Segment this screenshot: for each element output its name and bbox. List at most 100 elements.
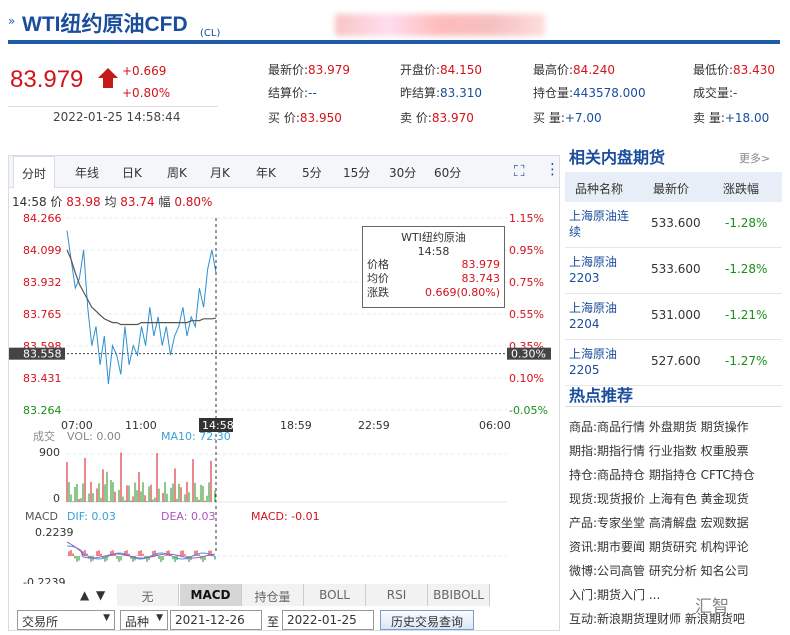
tab-1[interactable]: 年线	[75, 164, 99, 181]
quote-value: -	[733, 86, 738, 100]
related-price: 533.600	[651, 216, 701, 230]
info-amp-label: 幅	[158, 195, 171, 209]
indicator-tab-1[interactable]: MACD	[180, 584, 242, 606]
tab-8[interactable]: 30分	[389, 164, 416, 181]
quote-label: 卖 价:	[400, 111, 432, 125]
history-query-button[interactable]: 历史交易查询	[380, 610, 475, 630]
volume-max: 900	[39, 446, 60, 459]
series-line-0	[66, 230, 217, 384]
y-left-label: 84.266	[23, 212, 62, 225]
quote-value: 84.150	[440, 63, 483, 77]
hot-row[interactable]: 产品:专家坐堂 高清解盘 宏观数据	[569, 514, 749, 531]
related-row[interactable]: 上海原油2204 531.000 -1.21%	[565, 294, 782, 340]
indicator-tab-3[interactable]: BOLL	[304, 584, 366, 606]
info-price: 83.98	[66, 195, 101, 209]
tab-6[interactable]: 5分	[302, 164, 322, 181]
info-price-label: 价	[50, 195, 63, 209]
hot-items[interactable]: 商品行情 外盘期货 期货操作	[597, 420, 749, 434]
hot-row[interactable]: 现货:现货报价 上海有色 黄金现货	[569, 490, 749, 507]
tab-7[interactable]: 15分	[343, 164, 370, 181]
quote-label: 最低价:	[693, 63, 734, 77]
exchange-select-label: 交易所	[22, 615, 59, 629]
hot-items[interactable]: 商品持仓 期指持仓 CFTC持仓	[597, 468, 755, 482]
variety-select-label: 品种	[125, 615, 150, 629]
tooltip-row: 价格 83.979	[363, 258, 504, 272]
hot-items[interactable]: 期货入门 ...	[597, 588, 660, 602]
related-name[interactable]: 上海原油2205	[569, 346, 639, 378]
related-name[interactable]: 上海原油2204	[569, 300, 639, 332]
right-panel: 相关内盘期货 更多> 品种名称 最新价 涨跌幅 上海原油连续 533.600 -1.…	[565, 140, 782, 635]
quote-value: --	[308, 86, 317, 100]
double-chevron-icon: »	[8, 14, 16, 28]
hot-row[interactable]: 持仓:商品持仓 期指持仓 CFTC持仓	[569, 466, 755, 483]
quote-cell: 结算价:--	[268, 84, 317, 101]
hot-items[interactable]: 公司高管 研究分析 知名公司	[597, 564, 749, 578]
watermark: 汇智	[695, 597, 729, 617]
related-row[interactable]: 上海原油2203 533.600 -1.28%	[565, 248, 782, 294]
scroll-up-icon[interactable]: ▲	[80, 588, 89, 602]
tooltip-label: 价格	[367, 258, 389, 271]
hot-row[interactable]: 期指:期指行情 行业指数 权重股票	[569, 442, 749, 459]
x-label: 22:59	[358, 419, 390, 432]
x-label: 11:00	[125, 419, 157, 432]
start-date-input[interactable]: 2021-12-26	[170, 610, 262, 630]
quote-cell: 卖 量:+18.00	[693, 109, 769, 126]
hot-title: 热点推荐	[569, 386, 634, 405]
quote-label: 买 价:	[268, 111, 300, 125]
hot-row[interactable]: 资讯:期市要闻 期货研究 机构评论	[569, 538, 749, 555]
related-pct: -1.27%	[725, 354, 768, 368]
more-link[interactable]: 更多>	[739, 150, 770, 166]
y-left-label: 83.932	[23, 276, 62, 289]
end-date-input[interactable]: 2022-01-25	[282, 610, 374, 630]
hot-items[interactable]: 期市要闻 期货研究 机构评论	[597, 540, 749, 554]
hot-row[interactable]: 商品:商品行情 外盘期货 期货操作	[569, 418, 749, 435]
tab-3[interactable]: 周K	[167, 164, 187, 181]
instrument-title: WTI纽约原油CFD	[22, 13, 188, 36]
macd-dif: DIF: 0.03	[67, 510, 116, 523]
hot-category: 持仓:	[569, 468, 598, 482]
tab-2[interactable]: 日K	[122, 164, 142, 181]
quote-cell: 最高价:84.240	[533, 61, 615, 78]
volume-zero: 0	[53, 492, 60, 505]
hot-row[interactable]: 微博:公司高管 研究分析 知名公司	[569, 562, 749, 579]
tab-0[interactable]: 分时	[13, 156, 56, 188]
hot-category: 产品:	[569, 516, 598, 530]
quote-value: 84.240	[573, 63, 616, 77]
series-line-1	[66, 249, 217, 326]
tab-5[interactable]: 年K	[256, 164, 276, 181]
indicator-tab-5[interactable]: BBIBOLL	[428, 584, 490, 606]
indicator-tab-2[interactable]: 持仓量	[242, 584, 304, 606]
hot-category: 现货:	[569, 492, 598, 506]
hot-row[interactable]: 入门:期货入门 ...	[569, 586, 660, 603]
hot-items[interactable]: 期指行情 行业指数 权重股票	[597, 444, 749, 458]
price-change: +0.669	[122, 64, 167, 78]
y-left-label: 83.431	[23, 372, 62, 385]
related-row[interactable]: 上海原油连续 533.600 -1.28%	[565, 202, 782, 248]
variety-select[interactable]: 品种 ▼	[120, 610, 168, 630]
tab-4[interactable]: 月K	[210, 164, 230, 181]
quote-value: 83.970	[431, 111, 474, 125]
tab-9[interactable]: 60分	[434, 164, 461, 181]
more-vertical-icon[interactable]: ⋮	[545, 160, 560, 178]
indicator-tab-4[interactable]: RSI	[366, 584, 428, 606]
y-right-label: 0.10%	[509, 372, 544, 385]
hot-category: 微博:	[569, 564, 598, 578]
hot-items[interactable]: 专家坐堂 高清解盘 宏观数据	[597, 516, 749, 530]
instrument-code: (CL)	[200, 28, 221, 39]
redacted-banner	[335, 14, 545, 36]
up-arrow-icon	[98, 68, 118, 78]
y-right-label: 1.15%	[509, 212, 544, 225]
related-row[interactable]: 上海原油2205 527.600 -1.27%	[565, 340, 782, 386]
related-name[interactable]: 上海原油2203	[569, 254, 639, 286]
quote-cell: 买 量:+7.00	[533, 109, 602, 126]
hot-items[interactable]: 现货报价 上海有色 黄金现货	[597, 492, 749, 506]
indicator-tab-0[interactable]: 无	[117, 584, 179, 606]
y-right-label: 0.75%	[509, 276, 544, 289]
macd-bottom: -0.2239	[23, 576, 65, 584]
fullscreen-icon[interactable]: ⛶	[514, 162, 525, 180]
tooltip-value: 83.979	[461, 258, 501, 271]
exchange-select[interactable]: 交易所 ▼	[17, 610, 115, 630]
related-name[interactable]: 上海原油连续	[569, 208, 639, 240]
scroll-down-icon[interactable]: ▼	[96, 588, 105, 602]
last-price: 83.979	[10, 66, 84, 93]
